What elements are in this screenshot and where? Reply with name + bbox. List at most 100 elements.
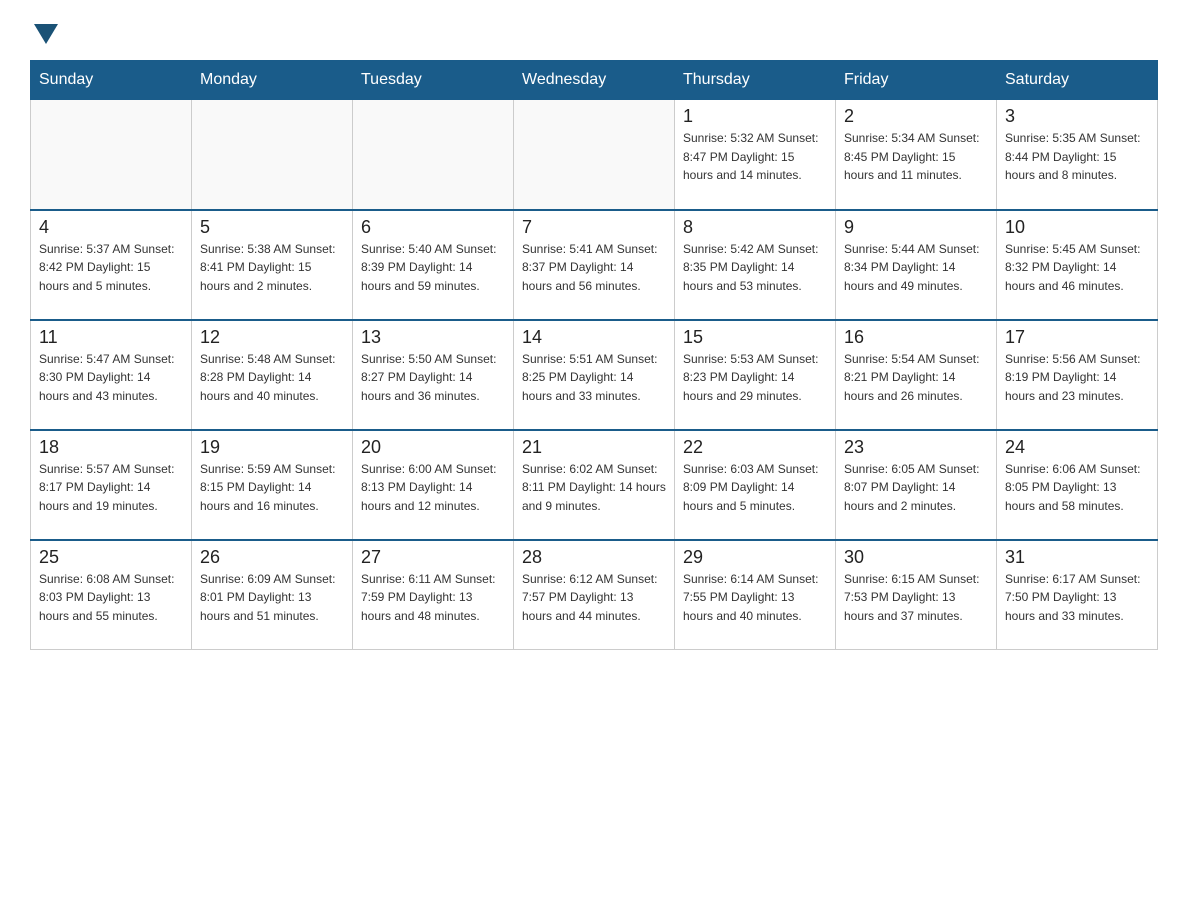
day-number: 1 bbox=[683, 106, 827, 127]
day-number: 21 bbox=[522, 437, 666, 458]
weekday-header-tuesday: Tuesday bbox=[353, 61, 514, 100]
day-number: 2 bbox=[844, 106, 988, 127]
day-number: 16 bbox=[844, 327, 988, 348]
day-number: 3 bbox=[1005, 106, 1149, 127]
day-number: 17 bbox=[1005, 327, 1149, 348]
calendar-week-row: 1Sunrise: 5:32 AM Sunset: 8:47 PM Daylig… bbox=[31, 100, 1158, 210]
calendar-cell: 17Sunrise: 5:56 AM Sunset: 8:19 PM Dayli… bbox=[997, 320, 1158, 430]
calendar-cell: 25Sunrise: 6:08 AM Sunset: 8:03 PM Dayli… bbox=[31, 540, 192, 650]
calendar-cell: 3Sunrise: 5:35 AM Sunset: 8:44 PM Daylig… bbox=[997, 100, 1158, 210]
calendar-cell: 12Sunrise: 5:48 AM Sunset: 8:28 PM Dayli… bbox=[192, 320, 353, 430]
day-info: Sunrise: 5:42 AM Sunset: 8:35 PM Dayligh… bbox=[683, 240, 827, 296]
calendar-cell: 15Sunrise: 5:53 AM Sunset: 8:23 PM Dayli… bbox=[675, 320, 836, 430]
day-number: 13 bbox=[361, 327, 505, 348]
calendar-cell: 2Sunrise: 5:34 AM Sunset: 8:45 PM Daylig… bbox=[836, 100, 997, 210]
day-info: Sunrise: 6:06 AM Sunset: 8:05 PM Dayligh… bbox=[1005, 460, 1149, 516]
calendar-cell: 18Sunrise: 5:57 AM Sunset: 8:17 PM Dayli… bbox=[31, 430, 192, 540]
day-number: 6 bbox=[361, 217, 505, 238]
day-number: 4 bbox=[39, 217, 183, 238]
day-number: 14 bbox=[522, 327, 666, 348]
day-info: Sunrise: 5:54 AM Sunset: 8:21 PM Dayligh… bbox=[844, 350, 988, 406]
calendar-cell: 21Sunrise: 6:02 AM Sunset: 8:11 PM Dayli… bbox=[514, 430, 675, 540]
day-number: 23 bbox=[844, 437, 988, 458]
day-number: 5 bbox=[200, 217, 344, 238]
weekday-header-friday: Friday bbox=[836, 61, 997, 100]
day-number: 18 bbox=[39, 437, 183, 458]
day-info: Sunrise: 5:34 AM Sunset: 8:45 PM Dayligh… bbox=[844, 129, 988, 185]
calendar-cell: 31Sunrise: 6:17 AM Sunset: 7:50 PM Dayli… bbox=[997, 540, 1158, 650]
calendar-cell: 20Sunrise: 6:00 AM Sunset: 8:13 PM Dayli… bbox=[353, 430, 514, 540]
day-info: Sunrise: 5:48 AM Sunset: 8:28 PM Dayligh… bbox=[200, 350, 344, 406]
day-info: Sunrise: 5:41 AM Sunset: 8:37 PM Dayligh… bbox=[522, 240, 666, 296]
calendar-cell: 5Sunrise: 5:38 AM Sunset: 8:41 PM Daylig… bbox=[192, 210, 353, 320]
calendar-cell: 23Sunrise: 6:05 AM Sunset: 8:07 PM Dayli… bbox=[836, 430, 997, 540]
day-number: 29 bbox=[683, 547, 827, 568]
day-number: 24 bbox=[1005, 437, 1149, 458]
calendar-cell: 16Sunrise: 5:54 AM Sunset: 8:21 PM Dayli… bbox=[836, 320, 997, 430]
day-info: Sunrise: 6:17 AM Sunset: 7:50 PM Dayligh… bbox=[1005, 570, 1149, 626]
day-number: 8 bbox=[683, 217, 827, 238]
calendar-cell: 14Sunrise: 5:51 AM Sunset: 8:25 PM Dayli… bbox=[514, 320, 675, 430]
day-info: Sunrise: 5:50 AM Sunset: 8:27 PM Dayligh… bbox=[361, 350, 505, 406]
calendar-cell: 6Sunrise: 5:40 AM Sunset: 8:39 PM Daylig… bbox=[353, 210, 514, 320]
day-info: Sunrise: 5:57 AM Sunset: 8:17 PM Dayligh… bbox=[39, 460, 183, 516]
calendar-week-row: 18Sunrise: 5:57 AM Sunset: 8:17 PM Dayli… bbox=[31, 430, 1158, 540]
day-info: Sunrise: 6:09 AM Sunset: 8:01 PM Dayligh… bbox=[200, 570, 344, 626]
day-number: 19 bbox=[200, 437, 344, 458]
calendar-cell: 10Sunrise: 5:45 AM Sunset: 8:32 PM Dayli… bbox=[997, 210, 1158, 320]
calendar-cell: 8Sunrise: 5:42 AM Sunset: 8:35 PM Daylig… bbox=[675, 210, 836, 320]
calendar-cell: 4Sunrise: 5:37 AM Sunset: 8:42 PM Daylig… bbox=[31, 210, 192, 320]
weekday-header-monday: Monday bbox=[192, 61, 353, 100]
calendar-cell: 13Sunrise: 5:50 AM Sunset: 8:27 PM Dayli… bbox=[353, 320, 514, 430]
calendar-cell bbox=[31, 100, 192, 210]
day-info: Sunrise: 6:11 AM Sunset: 7:59 PM Dayligh… bbox=[361, 570, 505, 626]
calendar-cell: 19Sunrise: 5:59 AM Sunset: 8:15 PM Dayli… bbox=[192, 430, 353, 540]
calendar-header-row: SundayMondayTuesdayWednesdayThursdayFrid… bbox=[31, 61, 1158, 100]
day-info: Sunrise: 6:00 AM Sunset: 8:13 PM Dayligh… bbox=[361, 460, 505, 516]
day-number: 12 bbox=[200, 327, 344, 348]
day-number: 20 bbox=[361, 437, 505, 458]
calendar-cell: 30Sunrise: 6:15 AM Sunset: 7:53 PM Dayli… bbox=[836, 540, 997, 650]
day-info: Sunrise: 6:03 AM Sunset: 8:09 PM Dayligh… bbox=[683, 460, 827, 516]
day-info: Sunrise: 5:35 AM Sunset: 8:44 PM Dayligh… bbox=[1005, 129, 1149, 185]
weekday-header-thursday: Thursday bbox=[675, 61, 836, 100]
day-info: Sunrise: 6:08 AM Sunset: 8:03 PM Dayligh… bbox=[39, 570, 183, 626]
day-number: 25 bbox=[39, 547, 183, 568]
day-number: 15 bbox=[683, 327, 827, 348]
calendar-week-row: 25Sunrise: 6:08 AM Sunset: 8:03 PM Dayli… bbox=[31, 540, 1158, 650]
page-header bbox=[30, 20, 1158, 40]
day-number: 28 bbox=[522, 547, 666, 568]
day-info: Sunrise: 5:56 AM Sunset: 8:19 PM Dayligh… bbox=[1005, 350, 1149, 406]
day-info: Sunrise: 5:40 AM Sunset: 8:39 PM Dayligh… bbox=[361, 240, 505, 296]
weekday-header-saturday: Saturday bbox=[997, 61, 1158, 100]
calendar-cell: 28Sunrise: 6:12 AM Sunset: 7:57 PM Dayli… bbox=[514, 540, 675, 650]
day-info: Sunrise: 5:47 AM Sunset: 8:30 PM Dayligh… bbox=[39, 350, 183, 406]
day-number: 7 bbox=[522, 217, 666, 238]
day-info: Sunrise: 5:59 AM Sunset: 8:15 PM Dayligh… bbox=[200, 460, 344, 516]
day-info: Sunrise: 5:45 AM Sunset: 8:32 PM Dayligh… bbox=[1005, 240, 1149, 296]
day-number: 31 bbox=[1005, 547, 1149, 568]
calendar-table: SundayMondayTuesdayWednesdayThursdayFrid… bbox=[30, 60, 1158, 650]
day-info: Sunrise: 6:14 AM Sunset: 7:55 PM Dayligh… bbox=[683, 570, 827, 626]
day-info: Sunrise: 5:32 AM Sunset: 8:47 PM Dayligh… bbox=[683, 129, 827, 185]
day-number: 22 bbox=[683, 437, 827, 458]
weekday-header-sunday: Sunday bbox=[31, 61, 192, 100]
calendar-cell: 7Sunrise: 5:41 AM Sunset: 8:37 PM Daylig… bbox=[514, 210, 675, 320]
day-info: Sunrise: 5:53 AM Sunset: 8:23 PM Dayligh… bbox=[683, 350, 827, 406]
day-info: Sunrise: 5:37 AM Sunset: 8:42 PM Dayligh… bbox=[39, 240, 183, 296]
day-info: Sunrise: 6:15 AM Sunset: 7:53 PM Dayligh… bbox=[844, 570, 988, 626]
day-number: 30 bbox=[844, 547, 988, 568]
calendar-cell: 29Sunrise: 6:14 AM Sunset: 7:55 PM Dayli… bbox=[675, 540, 836, 650]
calendar-week-row: 4Sunrise: 5:37 AM Sunset: 8:42 PM Daylig… bbox=[31, 210, 1158, 320]
day-number: 27 bbox=[361, 547, 505, 568]
day-number: 9 bbox=[844, 217, 988, 238]
logo-arrow-icon bbox=[34, 24, 58, 44]
calendar-cell: 1Sunrise: 5:32 AM Sunset: 8:47 PM Daylig… bbox=[675, 100, 836, 210]
calendar-cell: 24Sunrise: 6:06 AM Sunset: 8:05 PM Dayli… bbox=[997, 430, 1158, 540]
weekday-header-wednesday: Wednesday bbox=[514, 61, 675, 100]
day-number: 11 bbox=[39, 327, 183, 348]
day-info: Sunrise: 6:02 AM Sunset: 8:11 PM Dayligh… bbox=[522, 460, 666, 516]
day-info: Sunrise: 6:12 AM Sunset: 7:57 PM Dayligh… bbox=[522, 570, 666, 626]
calendar-cell: 11Sunrise: 5:47 AM Sunset: 8:30 PM Dayli… bbox=[31, 320, 192, 430]
day-number: 10 bbox=[1005, 217, 1149, 238]
